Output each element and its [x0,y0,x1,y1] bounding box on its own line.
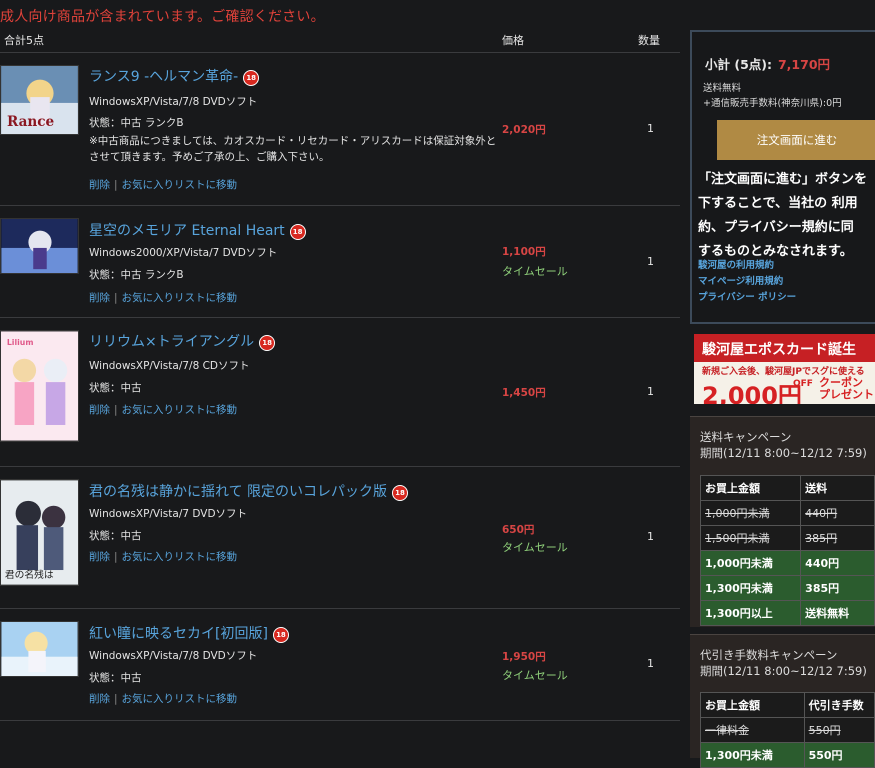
subtotal-amount: 7,170円 [777,57,831,72]
cart-item: Lilium リリウム×トライアングル 18 WindowsXP/Vista/7/… [0,318,680,467]
epos-card-banner[interactable]: 駿河屋エポスカード誕生 新規ご入会後、駿河屋JPでスグに使える 2,000円 O… [694,334,875,404]
surugaya-terms-link[interactable]: 駿河屋の利用規約 [698,258,796,274]
r18-icon: 18 [243,70,260,86]
cod-campaign-period: 期間(12/11 8:00~12/12 7:59) [700,664,867,678]
mypage-terms-link[interactable]: マイページ利用規約 [698,274,796,290]
delete-link[interactable]: 削除 [89,404,110,416]
product-condition: 状態：中古 [89,382,142,394]
item-price: 650円 [502,524,535,536]
order-summary: 小計 (5点): 7,170円 送料無料 +通信販売手数料(神奈川県):0円 注文… [690,30,875,324]
product-platform: WindowsXP/Vista/7/8 DVDソフト [89,96,258,108]
cart-item: 君の名残は 君の名残は静かに揺れて 限定のいコレパック版 18 WindowsXP… [0,467,680,609]
item-quantity: 1 [647,530,654,543]
move-to-wishlist-link[interactable]: お気に入りリストに移動 [122,292,238,304]
delete-link[interactable]: 削除 [89,179,110,191]
item-quantity: 1 [647,255,654,268]
product-condition: 状態：中古 [89,530,142,542]
product-condition: 状態：中古 ランクB [89,117,184,129]
move-to-wishlist-link[interactable]: お気に入りリストに移動 [122,693,238,705]
link-separator: | [114,693,118,705]
product-platform: Windows2000/XP/Vista/7 DVDソフト [89,247,278,259]
product-title-link[interactable]: 星空のメモリア Eternal Heart 18 [89,220,306,240]
delete-link[interactable]: 削除 [89,292,110,304]
link-separator: | [114,404,118,416]
shipping-campaign-title: 送料キャンペーン [700,430,792,444]
r18-icon: 18 [289,224,306,240]
move-to-wishlist-link[interactable]: お気に入りリストに移動 [122,551,238,563]
time-sale-label: タイムセール [502,265,568,278]
product-platform: WindowsXP/Vista/7/8 CDソフト [89,360,250,372]
qty-column-header: 数量 [638,34,660,47]
product-title-link[interactable]: ランス9 -ヘルマン革命- 18 [89,66,260,86]
product-platform: WindowsXP/Vista/7 DVDソフト [89,508,248,520]
product-condition: 状態：中古 [89,672,142,684]
product-thumbnail[interactable] [0,218,79,274]
item-quantity: 1 [647,122,654,135]
time-sale-label: タイムセール [502,669,568,682]
item-price: 1,950円 [502,651,546,663]
used-item-note: ※中古商品につきましては、カオスカード・リセカード・アリスカードは保証対象外とさ… [89,135,497,163]
product-title-link[interactable]: 君の名残は静かに揺れて 限定のいコレパック版 18 [89,481,409,501]
privacy-policy-link[interactable]: プライバシー ポリシー [698,290,796,306]
item-price: 2,020円 [502,124,546,136]
cart-item: 紅い瞳に映るセカイ[初回版] 18 WindowsXP/Vista/7/8 DVD… [0,609,680,721]
r18-icon: 18 [259,335,276,351]
link-separator: | [114,179,118,191]
move-to-wishlist-link[interactable]: お気に入りリストに移動 [122,404,238,416]
product-title-link[interactable]: リリウム×トライアングル 18 [89,331,276,351]
product-title-link[interactable]: 紅い瞳に映るセカイ[初回版] 18 [89,623,289,643]
product-thumbnail[interactable]: 君の名残は [0,479,79,586]
terms-links: 駿河屋の利用規約 マイページ利用規約 プライバシー ポリシー [698,258,796,306]
shipping-free: 送料無料 [703,83,742,94]
shipping-campaign-period: 期間(12/11 8:00~12/12 7:59) [700,446,867,460]
product-thumbnail[interactable]: Rance [0,65,79,135]
cart-item: Rance ランス9 -ヘルマン革命- 18 WindowsXP/Vista/7/… [0,53,680,206]
item-quantity: 1 [647,657,654,670]
cart-item: 星空のメモリア Eternal Heart 18 Windows2000/XP/V… [0,206,680,318]
product-condition: 状態：中古 ランクB [89,269,184,281]
product-thumbnail[interactable] [0,621,79,677]
item-price: 1,100円 [502,246,546,258]
cod-campaign-title: 代引き手数料キャンペーン [700,648,838,662]
svg-text:Rance: Rance [7,114,55,130]
r18-icon: 18 [392,485,409,501]
delete-link[interactable]: 削除 [89,551,110,563]
proceed-to-order-button[interactable]: 注文画面に進む [717,120,875,160]
link-separator: | [114,292,118,304]
subtotal: 小計 (5点): 7,170円 [705,57,831,72]
time-sale-label: タイムセール [502,541,568,554]
move-to-wishlist-link[interactable]: お気に入りリストに移動 [122,179,238,191]
delete-link[interactable]: 削除 [89,693,110,705]
svg-text:Lilium: Lilium [7,338,34,347]
item-price: 1,450円 [502,387,546,399]
terms-agreement-text: 「注文画面に進む」ボタンを 下することで、当社の 利用 約、プライバシー規約に同… [698,172,868,259]
shipping-fee-table: お買上金額 送料 1,000円未満 440円 1,500円未満 385円 1,000円… [699,475,875,626]
product-platform: WindowsXP/Vista/7/8 DVDソフト [89,650,258,662]
item-quantity: 1 [647,385,654,398]
price-column-header: 価格 [502,34,524,47]
r18-icon: 18 [272,627,289,643]
total-count: 合計5点 [4,34,44,47]
link-separator: | [114,551,118,563]
adult-notice: 成人向け商品が含まれています。ご確認ください。 [0,9,325,25]
product-thumbnail[interactable]: Lilium [0,330,79,442]
shipping-fee: +通信販売手数料(神奈川県):0円 [703,98,842,109]
svg-text:君の名残は: 君の名残は [5,568,54,581]
